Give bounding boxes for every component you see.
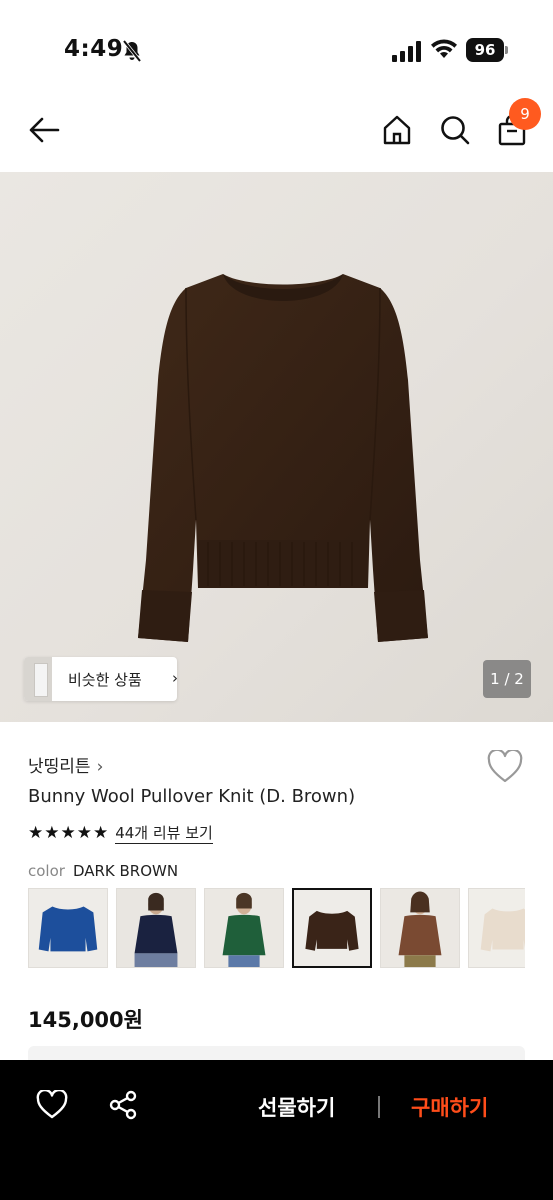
reviews-link[interactable]: 44개 리뷰 보기	[115, 823, 213, 844]
status-time: 4:49	[64, 36, 124, 62]
swatch-green-image	[205, 889, 283, 967]
swatch-blue[interactable]	[28, 888, 108, 968]
swatch-brown[interactable]	[380, 888, 460, 968]
rating-stars: ★★★★★	[28, 823, 110, 843]
chevron-right-icon: ›	[96, 757, 104, 777]
cellular-signal-icon	[392, 41, 421, 62]
product-name: Bunny Wool Pullover Knit (D. Brown)	[28, 786, 356, 807]
similar-products-label: 비슷한 상품	[68, 671, 142, 689]
status-bar: 4:49 96	[0, 0, 553, 100]
top-nav	[0, 100, 553, 172]
cart-count-badge: 9	[509, 98, 541, 130]
product-price: 145,000원	[28, 1008, 143, 1032]
swatch-cream[interactable]	[468, 888, 525, 968]
brand-link[interactable]: 낫띵리튼 ›	[28, 752, 103, 777]
battery-indicator: 96	[466, 38, 508, 62]
swatch-brown-image	[381, 889, 459, 967]
chevron-right-icon: ›	[172, 669, 178, 687]
share-icon[interactable]	[108, 1090, 138, 1120]
color-label: color	[28, 862, 65, 880]
color-row: color DARK BROWN	[28, 862, 178, 880]
heart-icon[interactable]	[36, 1090, 68, 1120]
battery-tip	[505, 46, 508, 54]
swatch-navy[interactable]	[116, 888, 196, 968]
rating-row: ★★★★★ 44개 리뷰 보기	[28, 822, 213, 844]
brand-name: 낫띵리튼	[28, 757, 91, 777]
product-image	[138, 274, 428, 642]
heart-icon[interactable]	[487, 750, 523, 784]
product-screen: 4:49 96 9 비슷한 상품 › 1 / 2 낫띵리튼 › Bunny Wo…	[0, 0, 553, 1200]
bottom-action-bar: 선물하기 구매하기	[0, 1060, 553, 1200]
swatch-cream-image	[469, 889, 525, 967]
color-value: DARK BROWN	[72, 862, 179, 880]
image-counter: 1 / 2	[483, 660, 531, 698]
swatch-dark-brown-image	[294, 890, 370, 966]
similar-products-thumbnail	[24, 657, 52, 701]
back-arrow-icon[interactable]	[28, 114, 60, 146]
home-icon[interactable]	[381, 114, 413, 146]
bell-off-icon	[122, 40, 142, 62]
similar-products-button[interactable]: 비슷한 상품 ›	[24, 657, 178, 701]
product-image-gallery[interactable]: 비슷한 상품 › 1 / 2	[0, 172, 553, 722]
color-swatches	[28, 888, 525, 968]
battery-level: 96	[466, 38, 504, 62]
button-divider	[378, 1096, 380, 1118]
swatch-navy-image	[117, 889, 195, 967]
wifi-icon	[431, 39, 457, 58]
swatch-dark-brown[interactable]	[292, 888, 372, 968]
search-icon[interactable]	[439, 114, 471, 146]
swatch-blue-image	[29, 889, 107, 967]
buy-button[interactable]: 구매하기	[411, 1092, 488, 1122]
swatch-green[interactable]	[204, 888, 284, 968]
gift-button[interactable]: 선물하기	[258, 1092, 335, 1122]
